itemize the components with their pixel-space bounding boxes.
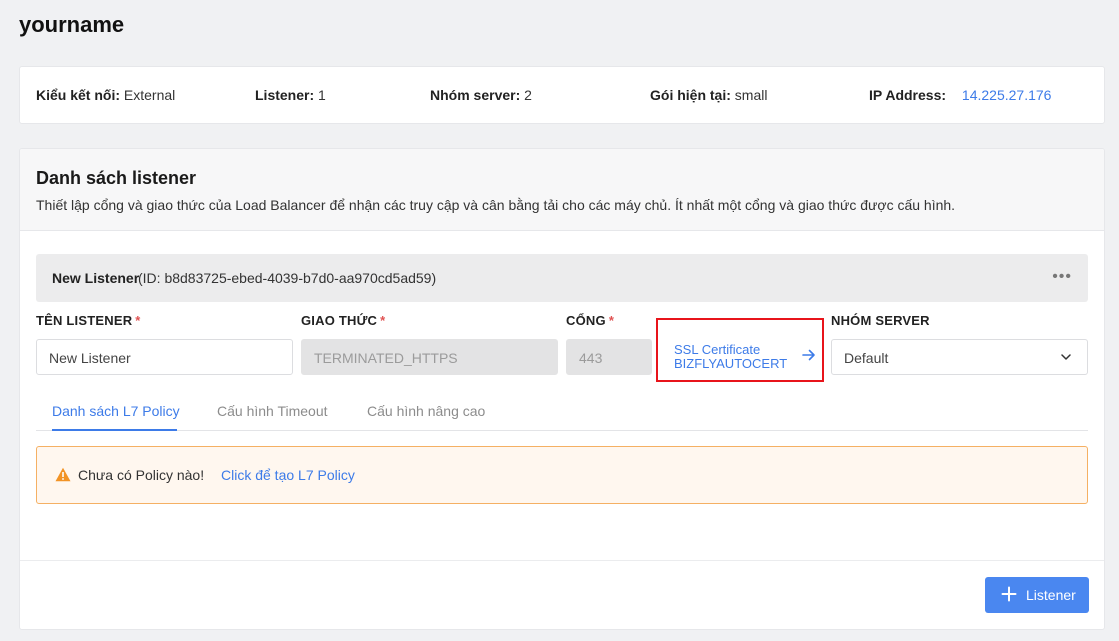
current-plan-label: Gói hiện tại: [650,87,731,103]
listener-card: Danh sách listener Thiết lập cổng và gia… [19,148,1105,630]
connection-type: Kiểu kết nối: External [36,87,175,103]
server-group-label: NHÓM SERVER [831,313,930,328]
ssl-certificate-name: BIZFLYAUTOCERT [674,357,788,371]
server-group-select[interactable]: Default [831,339,1088,375]
listener-name-label: TÊN LISTENER * [36,313,141,328]
server-group-count-value: 2 [524,87,532,103]
active-tab-indicator [52,429,177,431]
ssl-certificate-text: SSL Certificate BIZFLYAUTOCERT [674,343,790,371]
connection-type-value: External [123,87,176,103]
listener-name: New Listener [52,270,140,286]
port-label: CỔNG * [566,313,614,328]
ip-address: IP Address: 14.225.27.176 [869,87,1051,103]
footer-divider [20,560,1104,561]
listener-count-label: Listener: [255,87,315,103]
ip-address-label: IP Address: [869,87,947,103]
port-label-text: CỔNG [566,313,606,328]
more-icon[interactable]: ••• [1052,268,1072,286]
protocol-label: GIAO THỨC * [301,313,385,328]
protocol-label-text: GIAO THỨC [301,313,378,328]
add-listener-label: Listener [1026,587,1076,603]
protocol-field: TERMINATED_HTTPS [301,339,558,375]
ip-address-value: 14.225.27.176 [961,87,1052,103]
plus-icon [1001,586,1017,602]
section-description: Thiết lập cổng và giao thức của Load Bal… [36,197,956,213]
required-mark: * [608,313,615,328]
listener-count: Listener: 1 [255,87,326,103]
required-mark: * [380,313,386,328]
ssl-certificate-title: SSL Certificate [674,343,761,357]
connection-type-label: Kiểu kết nối: [36,87,121,103]
listener-id: (ID: b8d83725-ebed-4039-b7d0-aa970cd5ad5… [138,270,437,286]
create-policy-link[interactable]: Click để tạo L7 Policy [221,467,355,483]
warning-icon [55,467,71,482]
tab-timeout[interactable]: Cấu hình Timeout [217,403,328,419]
listener-count-value: 1 [318,87,326,103]
server-group-count: Nhóm server: 2 [430,87,532,103]
listener-tabs: Danh sách L7 Policy Cấu hình Timeout Cấu… [36,389,1088,431]
port-field: 443 [566,339,652,375]
arrow-right-icon[interactable] [802,348,816,362]
section-title: Danh sách listener [36,168,197,188]
tab-l7-policy[interactable]: Danh sách L7 Policy [52,403,180,419]
listener-card-header: Danh sách listener Thiết lập cổng và gia… [20,149,1104,231]
listener-name-label-text: TÊN LISTENER [36,313,133,328]
server-group-selected: Default [844,350,889,366]
required-mark: * [135,313,141,328]
add-listener-button[interactable]: Listener [985,577,1089,613]
info-card: Kiểu kết nối: External Listener: 1 Nhóm … [19,66,1105,124]
no-policy-alert: Chưa có Policy nào! Click để tạo L7 Poli… [36,446,1088,504]
tab-advanced[interactable]: Cấu hình nâng cao [367,403,485,419]
current-plan: Gói hiện tại: small [650,87,767,103]
page-title: yourname [19,12,125,37]
server-group-count-label: Nhóm server: [430,87,521,103]
listener-name-input[interactable]: New Listener [36,339,293,375]
alert-message: Chưa có Policy nào! [78,467,205,483]
listener-header-bar[interactable]: New Listener (ID: b8d83725-ebed-4039-b7d… [36,254,1088,302]
current-plan-value: small [734,87,768,103]
chevron-down-icon [1061,354,1071,360]
ssl-certificate-link[interactable]: SSL Certificate BIZFLYAUTOCERT [656,318,824,382]
